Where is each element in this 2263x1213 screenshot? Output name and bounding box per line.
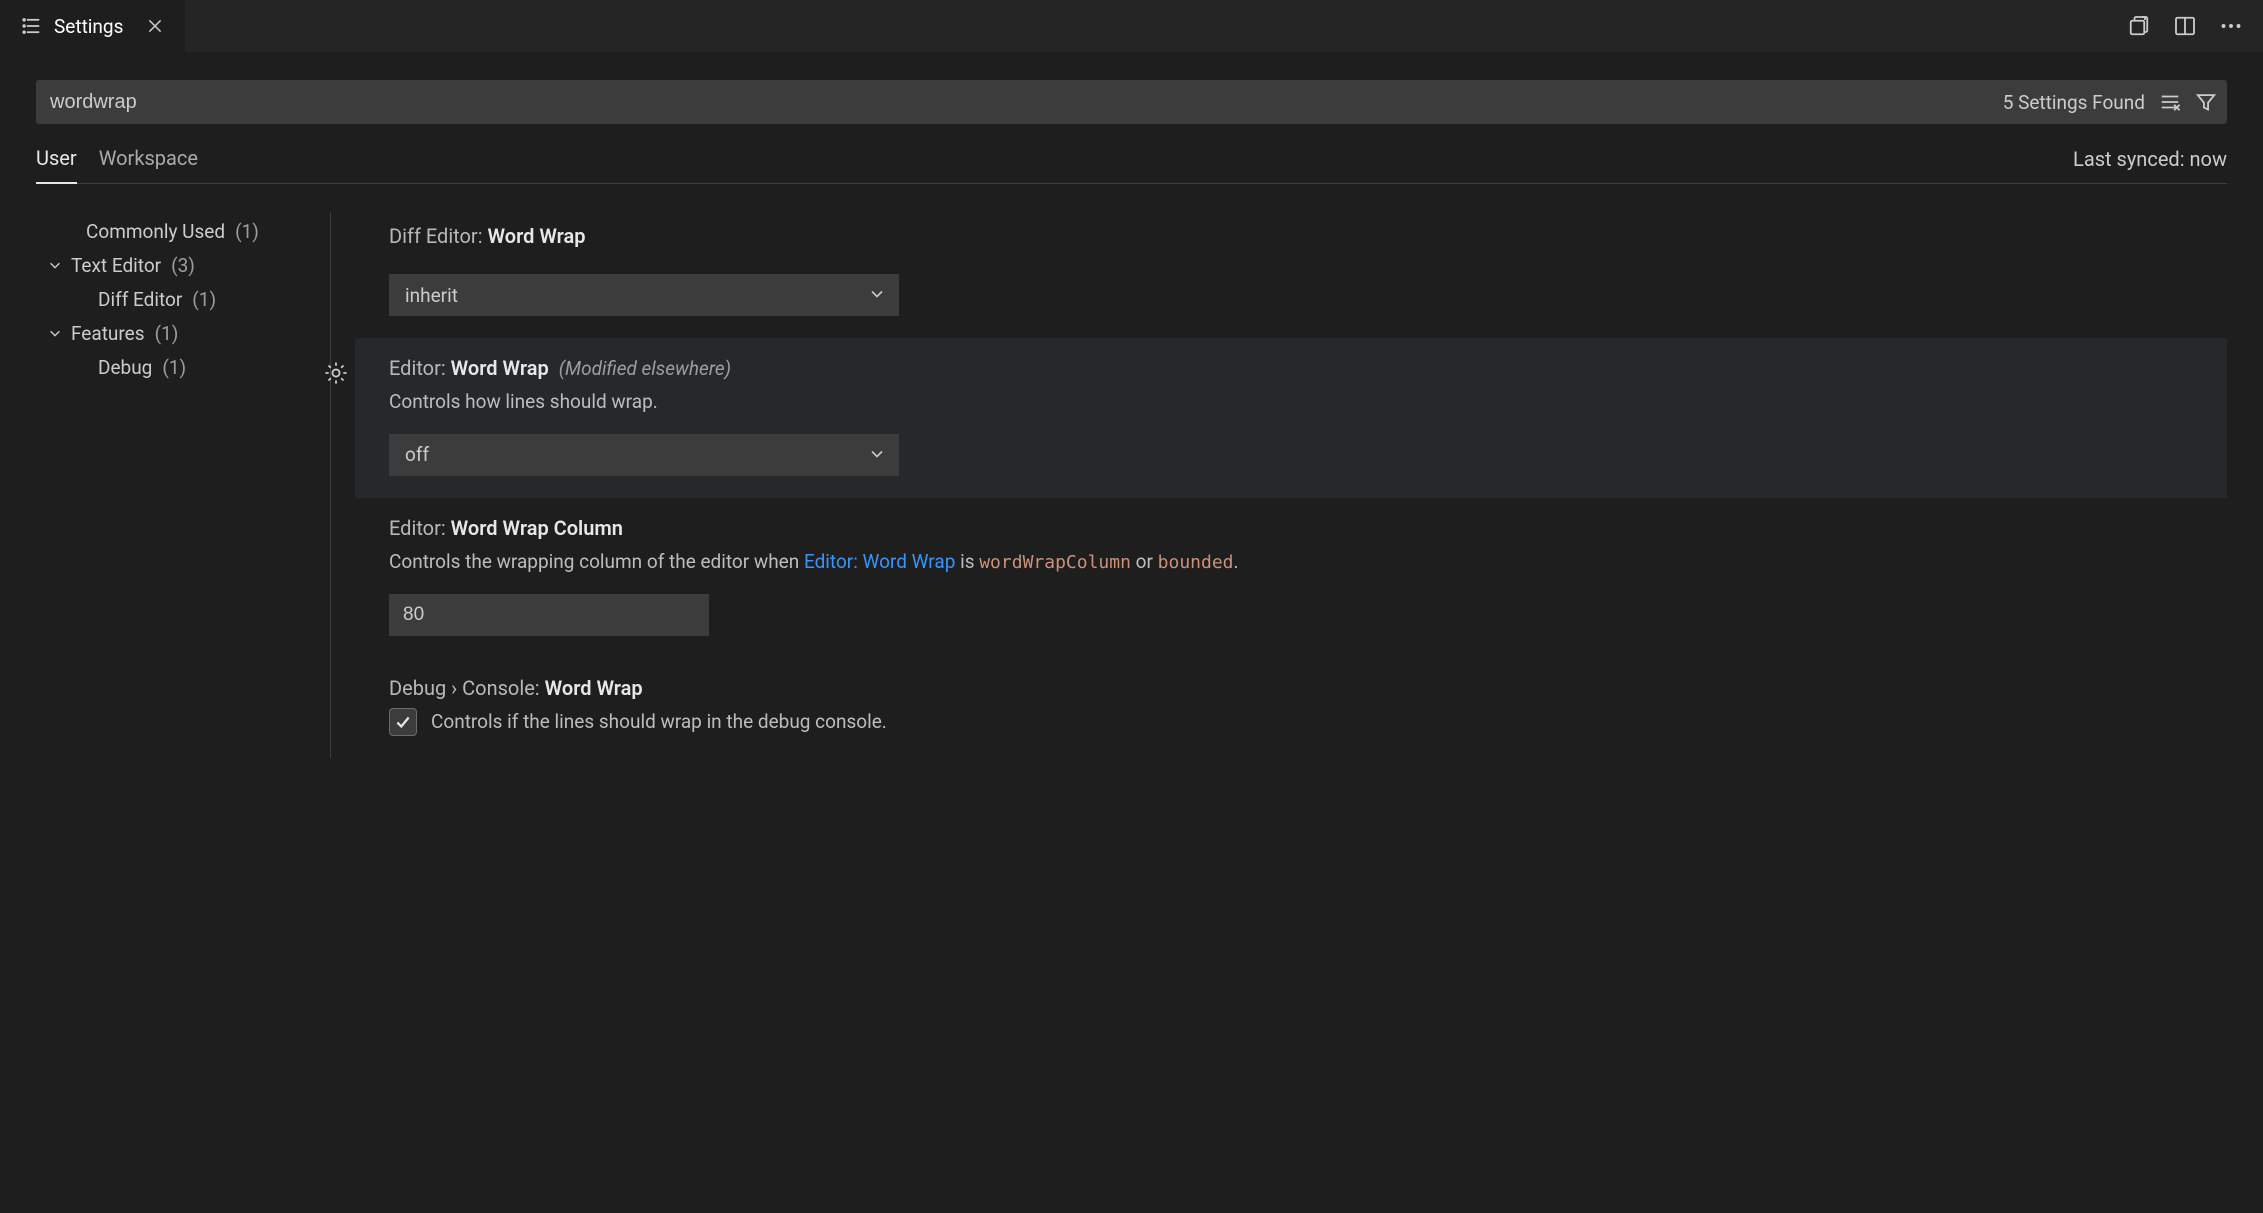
setting-description: Controls the wrapping column of the edit… bbox=[389, 548, 2209, 576]
tab-user[interactable]: User bbox=[36, 146, 77, 184]
search-container: 5 Settings Found bbox=[36, 80, 2227, 124]
settings-sidebar: Commonly Used (1) Text Editor (3) Diff E… bbox=[36, 212, 331, 758]
tree-label: Diff Editor bbox=[98, 288, 182, 311]
setting-name: Word Wrap bbox=[451, 356, 549, 380]
select-value: off bbox=[405, 443, 429, 466]
setting-name: Word Wrap Column bbox=[451, 516, 623, 540]
setting-description: Controls how lines should wrap. bbox=[389, 388, 2209, 416]
settings-content: 5 Settings Found User Workspace Last syn… bbox=[0, 52, 2263, 758]
chevron-down-icon bbox=[47, 258, 63, 272]
sidebar-item-text-editor[interactable]: Text Editor (3) bbox=[36, 248, 330, 282]
filter-icon[interactable] bbox=[2191, 87, 2221, 117]
tab-workspace[interactable]: Workspace bbox=[99, 146, 198, 183]
gear-icon[interactable] bbox=[323, 360, 349, 386]
setting-debug-console-word-wrap: Debug › Console: Word Wrap Controls if t… bbox=[355, 658, 2227, 758]
setting-title: Diff Editor: Word Wrap bbox=[389, 224, 2209, 248]
tree-count: (1) bbox=[192, 288, 216, 311]
setting-scope: Debug › Console: bbox=[389, 676, 545, 700]
setting-name: Word Wrap bbox=[488, 224, 586, 248]
tab-actions bbox=[2125, 0, 2263, 52]
settings-list: Diff Editor: Word Wrap inherit bbox=[331, 212, 2227, 758]
tree-label: Text Editor bbox=[71, 254, 161, 277]
select-editor-word-wrap[interactable]: off bbox=[389, 434, 899, 476]
settings-list-icon bbox=[20, 15, 42, 37]
setting-scope: Diff Editor: bbox=[389, 224, 488, 248]
tree-label: Commonly Used bbox=[86, 220, 225, 243]
tree-count: (1) bbox=[235, 220, 259, 243]
sidebar-item-features[interactable]: Features (1) bbox=[36, 316, 330, 350]
setting-title: Editor: Word Wrap Column bbox=[389, 516, 2209, 540]
chevron-down-icon bbox=[869, 284, 885, 307]
input-word-wrap-column[interactable] bbox=[389, 594, 709, 636]
search-result-count: 5 Settings Found bbox=[2003, 91, 2155, 114]
tree-count: (1) bbox=[155, 322, 179, 345]
clear-search-icon[interactable] bbox=[2155, 87, 2185, 117]
tab-label: Settings bbox=[54, 15, 123, 38]
scope-row: User Workspace Last synced: now bbox=[36, 146, 2227, 184]
tree-label: Features bbox=[71, 322, 145, 345]
setting-scope: Editor: bbox=[389, 356, 451, 380]
checkbox-debug-console-word-wrap[interactable] bbox=[389, 708, 417, 736]
setting-scope: Editor: bbox=[389, 516, 451, 540]
tree-count: (3) bbox=[171, 254, 195, 277]
select-diff-word-wrap[interactable]: inherit bbox=[389, 274, 899, 316]
setting-title: Editor: Word Wrap (Modified elsewhere) bbox=[389, 356, 2209, 380]
setting-editor-word-wrap: Editor: Word Wrap (Modified elsewhere) Co… bbox=[355, 338, 2227, 498]
setting-editor-word-wrap-column: Editor: Word Wrap Column Controls the wr… bbox=[355, 498, 2227, 658]
setting-title: Debug › Console: Word Wrap bbox=[389, 676, 2209, 700]
last-synced-label: Last synced: now bbox=[2073, 147, 2227, 183]
setting-description: Controls if the lines should wrap in the… bbox=[431, 710, 887, 733]
tab-bar: Settings bbox=[0, 0, 2263, 52]
more-actions-icon[interactable] bbox=[2217, 12, 2245, 40]
tab-settings[interactable]: Settings bbox=[0, 0, 185, 52]
open-settings-json-icon[interactable] bbox=[2125, 12, 2153, 40]
chevron-down-icon bbox=[869, 443, 885, 466]
setting-diff-editor-word-wrap: Diff Editor: Word Wrap inherit bbox=[355, 206, 2227, 338]
setting-name: Word Wrap bbox=[545, 676, 643, 700]
tree-count: (1) bbox=[162, 356, 186, 379]
close-icon[interactable] bbox=[141, 12, 169, 40]
sidebar-item-diff-editor[interactable]: Diff Editor (1) bbox=[36, 282, 330, 316]
search-input[interactable] bbox=[36, 80, 2003, 124]
tree-label: Debug bbox=[98, 356, 152, 379]
select-value: inherit bbox=[405, 284, 458, 307]
scope-tabs: User Workspace bbox=[36, 146, 198, 183]
setting-link[interactable]: Editor: Word Wrap bbox=[804, 550, 955, 573]
setting-hint: (Modified elsewhere) bbox=[559, 357, 731, 380]
chevron-down-icon bbox=[47, 326, 63, 340]
split-editor-icon[interactable] bbox=[2171, 12, 2199, 40]
checkbox-row: Controls if the lines should wrap in the… bbox=[389, 708, 2209, 736]
sidebar-item-commonly-used[interactable]: Commonly Used (1) bbox=[36, 214, 330, 248]
settings-body: Commonly Used (1) Text Editor (3) Diff E… bbox=[36, 212, 2227, 758]
sidebar-item-debug[interactable]: Debug (1) bbox=[36, 350, 330, 384]
